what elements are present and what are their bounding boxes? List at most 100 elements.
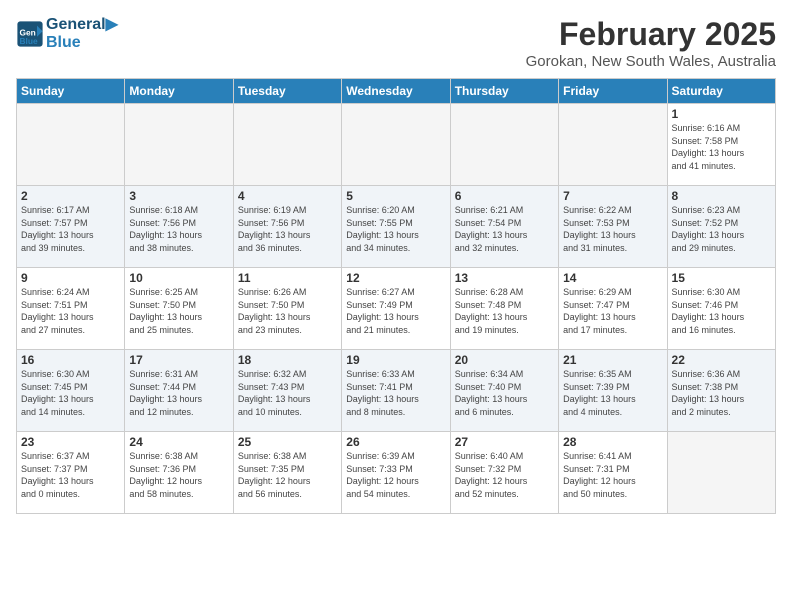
day-number: 7 <box>563 189 662 203</box>
day-number: 4 <box>238 189 337 203</box>
day-number: 6 <box>455 189 554 203</box>
calendar-day-header: Tuesday <box>233 79 341 104</box>
calendar-day-cell: 16Sunrise: 6:30 AM Sunset: 7:45 PM Dayli… <box>17 350 125 432</box>
calendar-day-cell: 10Sunrise: 6:25 AM Sunset: 7:50 PM Dayli… <box>125 268 233 350</box>
day-number: 18 <box>238 353 337 367</box>
calendar-day-cell: 3Sunrise: 6:18 AM Sunset: 7:56 PM Daylig… <box>125 186 233 268</box>
day-info: Sunrise: 6:18 AM Sunset: 7:56 PM Dayligh… <box>129 204 228 254</box>
calendar-day-cell: 11Sunrise: 6:26 AM Sunset: 7:50 PM Dayli… <box>233 268 341 350</box>
day-number: 23 <box>21 435 120 449</box>
calendar-week-row: 16Sunrise: 6:30 AM Sunset: 7:45 PM Dayli… <box>17 350 776 432</box>
day-number: 2 <box>21 189 120 203</box>
calendar-week-row: 2Sunrise: 6:17 AM Sunset: 7:57 PM Daylig… <box>17 186 776 268</box>
calendar-day-header: Monday <box>125 79 233 104</box>
calendar-day-cell <box>233 104 341 186</box>
day-number: 12 <box>346 271 445 285</box>
calendar-week-row: 9Sunrise: 6:24 AM Sunset: 7:51 PM Daylig… <box>17 268 776 350</box>
day-info: Sunrise: 6:20 AM Sunset: 7:55 PM Dayligh… <box>346 204 445 254</box>
day-number: 14 <box>563 271 662 285</box>
calendar-day-cell: 1Sunrise: 6:16 AM Sunset: 7:58 PM Daylig… <box>667 104 775 186</box>
day-number: 21 <box>563 353 662 367</box>
calendar-day-cell: 22Sunrise: 6:36 AM Sunset: 7:38 PM Dayli… <box>667 350 775 432</box>
logo-icon: Gen Blue <box>16 20 44 48</box>
day-number: 13 <box>455 271 554 285</box>
day-info: Sunrise: 6:30 AM Sunset: 7:45 PM Dayligh… <box>21 368 120 418</box>
calendar-day-cell: 9Sunrise: 6:24 AM Sunset: 7:51 PM Daylig… <box>17 268 125 350</box>
day-number: 24 <box>129 435 228 449</box>
day-number: 20 <box>455 353 554 367</box>
calendar-day-cell: 2Sunrise: 6:17 AM Sunset: 7:57 PM Daylig… <box>17 186 125 268</box>
calendar-day-cell: 21Sunrise: 6:35 AM Sunset: 7:39 PM Dayli… <box>559 350 667 432</box>
day-number: 19 <box>346 353 445 367</box>
calendar-day-cell: 12Sunrise: 6:27 AM Sunset: 7:49 PM Dayli… <box>342 268 450 350</box>
calendar-day-cell: 24Sunrise: 6:38 AM Sunset: 7:36 PM Dayli… <box>125 432 233 514</box>
svg-text:Blue: Blue <box>20 35 38 45</box>
day-info: Sunrise: 6:32 AM Sunset: 7:43 PM Dayligh… <box>238 368 337 418</box>
day-number: 27 <box>455 435 554 449</box>
calendar-day-cell <box>125 104 233 186</box>
day-info: Sunrise: 6:29 AM Sunset: 7:47 PM Dayligh… <box>563 286 662 336</box>
day-info: Sunrise: 6:25 AM Sunset: 7:50 PM Dayligh… <box>129 286 228 336</box>
calendar-day-cell: 19Sunrise: 6:33 AM Sunset: 7:41 PM Dayli… <box>342 350 450 432</box>
calendar-day-cell <box>450 104 558 186</box>
calendar-day-header: Thursday <box>450 79 558 104</box>
calendar-day-cell: 23Sunrise: 6:37 AM Sunset: 7:37 PM Dayli… <box>17 432 125 514</box>
day-info: Sunrise: 6:27 AM Sunset: 7:49 PM Dayligh… <box>346 286 445 336</box>
calendar-day-cell: 15Sunrise: 6:30 AM Sunset: 7:46 PM Dayli… <box>667 268 775 350</box>
day-info: Sunrise: 6:33 AM Sunset: 7:41 PM Dayligh… <box>346 368 445 418</box>
day-number: 16 <box>21 353 120 367</box>
day-number: 25 <box>238 435 337 449</box>
day-number: 8 <box>672 189 771 203</box>
day-info: Sunrise: 6:38 AM Sunset: 7:35 PM Dayligh… <box>238 450 337 500</box>
day-info: Sunrise: 6:34 AM Sunset: 7:40 PM Dayligh… <box>455 368 554 418</box>
day-info: Sunrise: 6:19 AM Sunset: 7:56 PM Dayligh… <box>238 204 337 254</box>
calendar-day-cell: 25Sunrise: 6:38 AM Sunset: 7:35 PM Dayli… <box>233 432 341 514</box>
calendar-day-cell: 4Sunrise: 6:19 AM Sunset: 7:56 PM Daylig… <box>233 186 341 268</box>
day-info: Sunrise: 6:21 AM Sunset: 7:54 PM Dayligh… <box>455 204 554 254</box>
day-info: Sunrise: 6:37 AM Sunset: 7:37 PM Dayligh… <box>21 450 120 500</box>
calendar-day-cell: 7Sunrise: 6:22 AM Sunset: 7:53 PM Daylig… <box>559 186 667 268</box>
calendar-header-row: SundayMondayTuesdayWednesdayThursdayFrid… <box>17 79 776 104</box>
day-info: Sunrise: 6:23 AM Sunset: 7:52 PM Dayligh… <box>672 204 771 254</box>
calendar-day-cell: 14Sunrise: 6:29 AM Sunset: 7:47 PM Dayli… <box>559 268 667 350</box>
calendar-table: SundayMondayTuesdayWednesdayThursdayFrid… <box>16 78 776 514</box>
calendar-day-cell: 27Sunrise: 6:40 AM Sunset: 7:32 PM Dayli… <box>450 432 558 514</box>
day-number: 15 <box>672 271 771 285</box>
calendar-day-cell <box>667 432 775 514</box>
day-number: 5 <box>346 189 445 203</box>
calendar-day-cell: 20Sunrise: 6:34 AM Sunset: 7:40 PM Dayli… <box>450 350 558 432</box>
calendar-day-cell: 13Sunrise: 6:28 AM Sunset: 7:48 PM Dayli… <box>450 268 558 350</box>
day-info: Sunrise: 6:40 AM Sunset: 7:32 PM Dayligh… <box>455 450 554 500</box>
day-number: 9 <box>21 271 120 285</box>
day-info: Sunrise: 6:28 AM Sunset: 7:48 PM Dayligh… <box>455 286 554 336</box>
day-info: Sunrise: 6:30 AM Sunset: 7:46 PM Dayligh… <box>672 286 771 336</box>
day-info: Sunrise: 6:26 AM Sunset: 7:50 PM Dayligh… <box>238 286 337 336</box>
calendar-day-cell: 26Sunrise: 6:39 AM Sunset: 7:33 PM Dayli… <box>342 432 450 514</box>
calendar-day-cell <box>342 104 450 186</box>
day-number: 11 <box>238 271 337 285</box>
day-info: Sunrise: 6:22 AM Sunset: 7:53 PM Dayligh… <box>563 204 662 254</box>
day-info: Sunrise: 6:24 AM Sunset: 7:51 PM Dayligh… <box>21 286 120 336</box>
day-number: 3 <box>129 189 228 203</box>
calendar-day-cell: 8Sunrise: 6:23 AM Sunset: 7:52 PM Daylig… <box>667 186 775 268</box>
calendar-day-cell: 5Sunrise: 6:20 AM Sunset: 7:55 PM Daylig… <box>342 186 450 268</box>
calendar-week-row: 1Sunrise: 6:16 AM Sunset: 7:58 PM Daylig… <box>17 104 776 186</box>
calendar-day-header: Sunday <box>17 79 125 104</box>
header: Gen Blue General▶ Blue February 2025 Gor… <box>16 16 776 70</box>
day-number: 10 <box>129 271 228 285</box>
day-info: Sunrise: 6:31 AM Sunset: 7:44 PM Dayligh… <box>129 368 228 418</box>
calendar-day-cell <box>559 104 667 186</box>
calendar-day-header: Wednesday <box>342 79 450 104</box>
day-info: Sunrise: 6:16 AM Sunset: 7:58 PM Dayligh… <box>672 122 771 172</box>
title-block: February 2025 Gorokan, New South Wales, … <box>526 16 776 70</box>
day-number: 1 <box>672 107 771 121</box>
location-title: Gorokan, New South Wales, Australia <box>526 53 776 70</box>
calendar-day-header: Saturday <box>667 79 775 104</box>
day-info: Sunrise: 6:35 AM Sunset: 7:39 PM Dayligh… <box>563 368 662 418</box>
calendar-week-row: 23Sunrise: 6:37 AM Sunset: 7:37 PM Dayli… <box>17 432 776 514</box>
calendar-day-cell: 28Sunrise: 6:41 AM Sunset: 7:31 PM Dayli… <box>559 432 667 514</box>
calendar-day-cell: 17Sunrise: 6:31 AM Sunset: 7:44 PM Dayli… <box>125 350 233 432</box>
calendar-day-header: Friday <box>559 79 667 104</box>
day-number: 26 <box>346 435 445 449</box>
day-number: 22 <box>672 353 771 367</box>
